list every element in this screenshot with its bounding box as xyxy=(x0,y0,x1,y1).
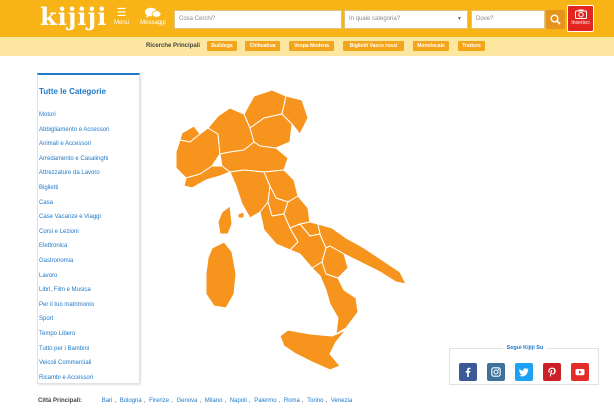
popular-searches-label: Ricerche Principali xyxy=(146,43,201,49)
category-link[interactable]: Attrezzature da Lavoro xyxy=(39,166,139,181)
search-icon xyxy=(550,14,561,25)
insert-ad-button[interactable]: Inserisci xyxy=(567,5,594,32)
chip-popular-search[interactable]: Biglietti Vasco rossi xyxy=(343,41,404,51)
location-input[interactable]: Dove? xyxy=(471,10,545,29)
category-link[interactable]: Casa xyxy=(39,196,139,211)
search-placeholder: Cosa Cerchi? xyxy=(179,16,216,22)
category-link[interactable]: Biglietti xyxy=(39,181,139,196)
italy-map xyxy=(160,78,420,378)
categories-panel: Tutte le Categorie Motori Abbigliamento … xyxy=(37,73,140,384)
city-link[interactable]: Roma xyxy=(284,398,300,404)
island-elba xyxy=(237,211,245,219)
city-link[interactable]: Bologna xyxy=(120,398,142,404)
region-sicilia[interactable] xyxy=(279,329,347,371)
social-follow-box: Segui Kijiji Su xyxy=(449,345,599,385)
category-link[interactable]: Lavoro xyxy=(39,269,139,284)
city-link[interactable]: Palermo xyxy=(254,398,276,404)
main-cities: Città Principali: Bari, Bologna, Firenze… xyxy=(38,398,353,404)
popular-searches-bar: Ricerche Principali Bulldogs Chihuahua V… xyxy=(0,37,614,56)
youtube-icon xyxy=(575,369,585,376)
messages-label: Messaggi xyxy=(140,20,166,26)
categories-list: Motori Abbigliamento e Accessori Animali… xyxy=(39,108,139,385)
island-corsica xyxy=(217,205,233,235)
city-link[interactable]: Bari xyxy=(102,398,113,404)
menu-button[interactable]: ☰ Menu xyxy=(113,7,130,26)
category-link[interactable]: Tempo Libero xyxy=(39,327,139,342)
category-link[interactable]: Elettronica xyxy=(39,239,139,254)
chat-bubbles-icon xyxy=(140,7,166,20)
chip-popular-search[interactable]: Chihuahua xyxy=(245,41,280,51)
main-cities-label: Città Principali: xyxy=(38,398,83,404)
twitter-button[interactable] xyxy=(515,363,533,381)
camera-icon xyxy=(574,9,587,19)
category-link[interactable]: Animali e Accessori xyxy=(39,137,139,152)
category-link[interactable]: Tutto per i Bambini xyxy=(39,342,139,357)
pinterest-icon xyxy=(548,367,556,377)
city-link[interactable]: Firenze xyxy=(149,398,169,404)
category-link[interactable]: Sport xyxy=(39,312,139,327)
insert-label: Inserisci xyxy=(571,20,590,26)
category-link[interactable]: Gastronomia xyxy=(39,254,139,269)
city-link[interactable]: Genova xyxy=(176,398,197,404)
category-placeholder: In quale categoria? xyxy=(349,16,401,22)
kijiji-logo[interactable]: kijiji xyxy=(40,2,107,31)
social-title: Segui Kijiji Su xyxy=(502,345,548,351)
chip-popular-search[interactable]: Monolocale xyxy=(413,41,449,51)
menu-label: Menu xyxy=(113,20,129,26)
city-link[interactable]: Torino xyxy=(307,398,323,404)
youtube-button[interactable] xyxy=(571,363,589,381)
search-button[interactable] xyxy=(546,10,565,29)
category-link[interactable]: Corsi e Lezioni xyxy=(39,225,139,240)
category-link[interactable]: Arredamento e Casalinghi xyxy=(39,152,139,167)
pinterest-button[interactable] xyxy=(543,363,561,381)
city-link[interactable]: Milano xyxy=(205,398,223,404)
categories-title: Tutte le Categorie xyxy=(39,87,106,96)
city-link[interactable]: Napoli xyxy=(230,398,247,404)
city-link[interactable]: Venezia xyxy=(331,398,352,404)
category-select[interactable]: In quale categoria? ▼ xyxy=(344,10,468,29)
facebook-button[interactable] xyxy=(459,363,477,381)
category-link[interactable]: Ricambi e Accessori xyxy=(39,371,139,386)
twitter-icon xyxy=(519,368,529,377)
hamburger-icon: ☰ xyxy=(116,7,127,19)
messages-button[interactable]: Messaggi xyxy=(140,7,166,26)
location-placeholder: Dove? xyxy=(476,16,494,22)
category-link[interactable]: Motori xyxy=(39,108,139,123)
chip-popular-search[interactable]: Vespa Modena xyxy=(289,41,334,51)
search-input[interactable]: Cosa Cerchi? xyxy=(174,10,342,29)
chip-popular-search[interactable]: Trattore xyxy=(458,41,485,51)
facebook-icon xyxy=(465,367,471,377)
chip-popular-search[interactable]: Bulldogs xyxy=(207,41,237,51)
category-link[interactable]: Libri, Film e Musica xyxy=(39,283,139,298)
category-link[interactable]: Per il tuo matrimonio xyxy=(39,298,139,313)
region-sardegna[interactable] xyxy=(205,241,237,309)
top-header: kijiji ☰ Menu Messaggi Cosa Cerchi? In q… xyxy=(0,0,614,37)
category-link[interactable]: Abbigliamento e Accessori xyxy=(39,123,139,138)
dropdown-caret-icon: ▼ xyxy=(457,16,462,22)
instagram-button[interactable] xyxy=(487,363,505,381)
instagram-icon xyxy=(491,367,501,377)
category-link[interactable]: Case Vacanze e Viaggi xyxy=(39,210,139,225)
category-link[interactable]: Veicoli Commerciali xyxy=(39,356,139,371)
